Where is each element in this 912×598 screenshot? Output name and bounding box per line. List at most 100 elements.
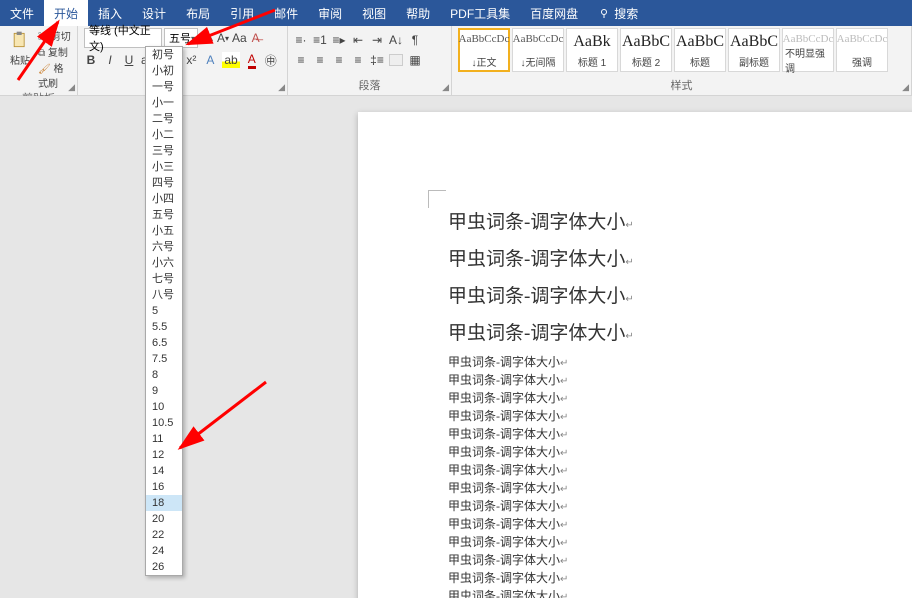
font-size-option[interactable]: 二号 (146, 111, 182, 127)
font-size-option[interactable]: 小三 (146, 159, 182, 175)
cut-button[interactable]: ✂ 剪切 (38, 28, 71, 43)
page-content[interactable]: 甲虫词条-调字体大小↵甲虫词条-调字体大小↵甲虫词条-调字体大小↵甲虫词条-调字… (448, 206, 878, 598)
font-size-option[interactable]: 小六 (146, 255, 182, 271)
paste-button[interactable]: 粘贴 (6, 28, 34, 69)
bold-button[interactable]: B (84, 52, 98, 68)
bullets-button[interactable]: ≡· (294, 32, 308, 48)
dialog-launcher-icon[interactable]: ◢ (278, 82, 285, 93)
doc-line-small[interactable]: 甲虫词条-调字体大小↵ (448, 570, 878, 588)
style-card[interactable]: AaBbC标题 (674, 28, 726, 72)
tab-references[interactable]: 引用 (220, 0, 264, 26)
align-center-button[interactable]: ≡ (313, 52, 327, 68)
doc-line-small[interactable]: 甲虫词条-调字体大小↵ (448, 480, 878, 498)
font-name-combo[interactable]: 等线 (中文正文) (84, 28, 162, 48)
tab-file[interactable]: 文件 (0, 0, 44, 26)
tab-review[interactable]: 审阅 (308, 0, 352, 26)
text-effects-button[interactable]: A (203, 52, 217, 68)
dialog-launcher-icon[interactable]: ◢ (68, 82, 75, 93)
grow-font-button[interactable]: A▴ (200, 30, 214, 46)
doc-line-small[interactable]: 甲虫词条-调字体大小↵ (448, 462, 878, 480)
enclose-button[interactable]: ㊥ (264, 52, 278, 68)
italic-button[interactable]: I (103, 52, 117, 68)
doc-line-small[interactable]: 甲虫词条-调字体大小↵ (448, 498, 878, 516)
font-size-option[interactable]: 小一 (146, 95, 182, 111)
line-spacing-button[interactable]: ‡≡ (370, 52, 384, 68)
font-size-option[interactable]: 11 (146, 431, 182, 447)
font-size-option[interactable]: 12 (146, 447, 182, 463)
font-size-option[interactable]: 10.5 (146, 415, 182, 431)
style-card[interactable]: AaBbCcDc不明显强调 (782, 28, 834, 72)
font-size-option[interactable]: 六号 (146, 239, 182, 255)
doc-line-small[interactable]: 甲虫词条-调字体大小↵ (448, 426, 878, 444)
font-size-option[interactable]: 小四 (146, 191, 182, 207)
style-card[interactable]: AaBbCcDc↓无间隔 (512, 28, 564, 72)
doc-line-small[interactable]: 甲虫词条-调字体大小↵ (448, 408, 878, 426)
doc-line-large[interactable]: 甲虫词条-调字体大小↵ (448, 206, 878, 243)
multilevel-button[interactable]: ≡▸ (332, 32, 346, 48)
font-size-option[interactable]: 18 (146, 495, 182, 511)
style-card[interactable]: AaBbC副标题 (728, 28, 780, 72)
font-size-option[interactable]: 三号 (146, 143, 182, 159)
decrease-indent-button[interactable]: ⇤ (351, 32, 365, 48)
font-size-option[interactable]: 七号 (146, 271, 182, 287)
font-size-option[interactable]: 5.5 (146, 319, 182, 335)
doc-line-small[interactable]: 甲虫词条-调字体大小↵ (448, 552, 878, 570)
dialog-launcher-icon[interactable]: ◢ (442, 82, 449, 93)
tab-layout[interactable]: 布局 (176, 0, 220, 26)
underline-button[interactable]: U (122, 52, 136, 68)
font-size-option[interactable]: 五号 (146, 207, 182, 223)
tab-baidu[interactable]: 百度网盘 (520, 0, 588, 26)
font-size-option[interactable]: 5 (146, 303, 182, 319)
font-size-option[interactable]: 24 (146, 543, 182, 559)
increase-indent-button[interactable]: ⇥ (370, 32, 384, 48)
show-marks-button[interactable]: ¶ (408, 32, 422, 48)
doc-line-small[interactable]: 甲虫词条-调字体大小↵ (448, 588, 878, 598)
font-size-option[interactable]: 20 (146, 511, 182, 527)
doc-line-small[interactable]: 甲虫词条-调字体大小↵ (448, 516, 878, 534)
doc-line-small[interactable]: 甲虫词条-调字体大小↵ (448, 444, 878, 462)
tab-pdf[interactable]: PDF工具集 (440, 0, 520, 26)
doc-line-large[interactable]: 甲虫词条-调字体大小↵ (448, 243, 878, 280)
justify-button[interactable]: ≡ (351, 52, 365, 68)
font-size-option[interactable]: 22 (146, 527, 182, 543)
shrink-font-button[interactable]: A▾ (216, 30, 230, 46)
copy-button[interactable]: ⧉ 复制 (38, 44, 71, 59)
tab-mail[interactable]: 邮件 (264, 0, 308, 26)
font-size-option[interactable]: 初号 (146, 47, 182, 63)
style-card[interactable]: AaBbC标题 2 (620, 28, 672, 72)
style-card[interactable]: AaBbCcDc强调 (836, 28, 888, 72)
page[interactable]: 甲虫词条-调字体大小↵甲虫词条-调字体大小↵甲虫词条-调字体大小↵甲虫词条-调字… (358, 112, 912, 598)
font-color-button[interactable]: A (245, 52, 259, 68)
font-size-option[interactable]: 16 (146, 479, 182, 495)
font-size-option[interactable]: 10 (146, 399, 182, 415)
doc-line-small[interactable]: 甲虫词条-调字体大小↵ (448, 534, 878, 552)
font-size-option[interactable]: 6.5 (146, 335, 182, 351)
font-size-option[interactable]: 9 (146, 383, 182, 399)
borders-button[interactable]: ▦ (408, 52, 422, 68)
highlight-button[interactable]: ab (222, 52, 239, 68)
format-painter-button[interactable]: 🖌 格式刷 (38, 60, 71, 90)
doc-line-small[interactable]: 甲虫词条-调字体大小↵ (448, 354, 878, 372)
tab-search[interactable]: 搜索 (588, 0, 648, 26)
font-size-option[interactable]: 小初 (146, 63, 182, 79)
style-card[interactable]: AaBbCcDc↓正文 (458, 28, 510, 72)
font-size-option[interactable]: 7.5 (146, 351, 182, 367)
doc-line-large[interactable]: 甲虫词条-调字体大小↵ (448, 280, 878, 317)
doc-line-large[interactable]: 甲虫词条-调字体大小↵ (448, 317, 878, 354)
dialog-launcher-icon[interactable]: ◢ (902, 82, 909, 93)
tab-home[interactable]: 开始 (44, 0, 88, 26)
font-size-option[interactable]: 一号 (146, 79, 182, 95)
numbering-button[interactable]: ≡1 (313, 32, 327, 48)
font-size-option[interactable]: 26 (146, 559, 182, 575)
shading-button[interactable] (389, 54, 403, 66)
font-size-option[interactable]: 小五 (146, 223, 182, 239)
font-size-option[interactable]: 8 (146, 367, 182, 383)
change-case-button[interactable]: Aa (232, 30, 247, 46)
font-size-option[interactable]: 八号 (146, 287, 182, 303)
doc-line-small[interactable]: 甲虫词条-调字体大小↵ (448, 372, 878, 390)
font-size-combo[interactable]: 五号▾ (164, 28, 198, 48)
font-size-option[interactable]: 小二 (146, 127, 182, 143)
font-size-option[interactable]: 14 (146, 463, 182, 479)
sort-button[interactable]: A↓ (389, 32, 403, 48)
style-card[interactable]: AaBk标题 1 (566, 28, 618, 72)
